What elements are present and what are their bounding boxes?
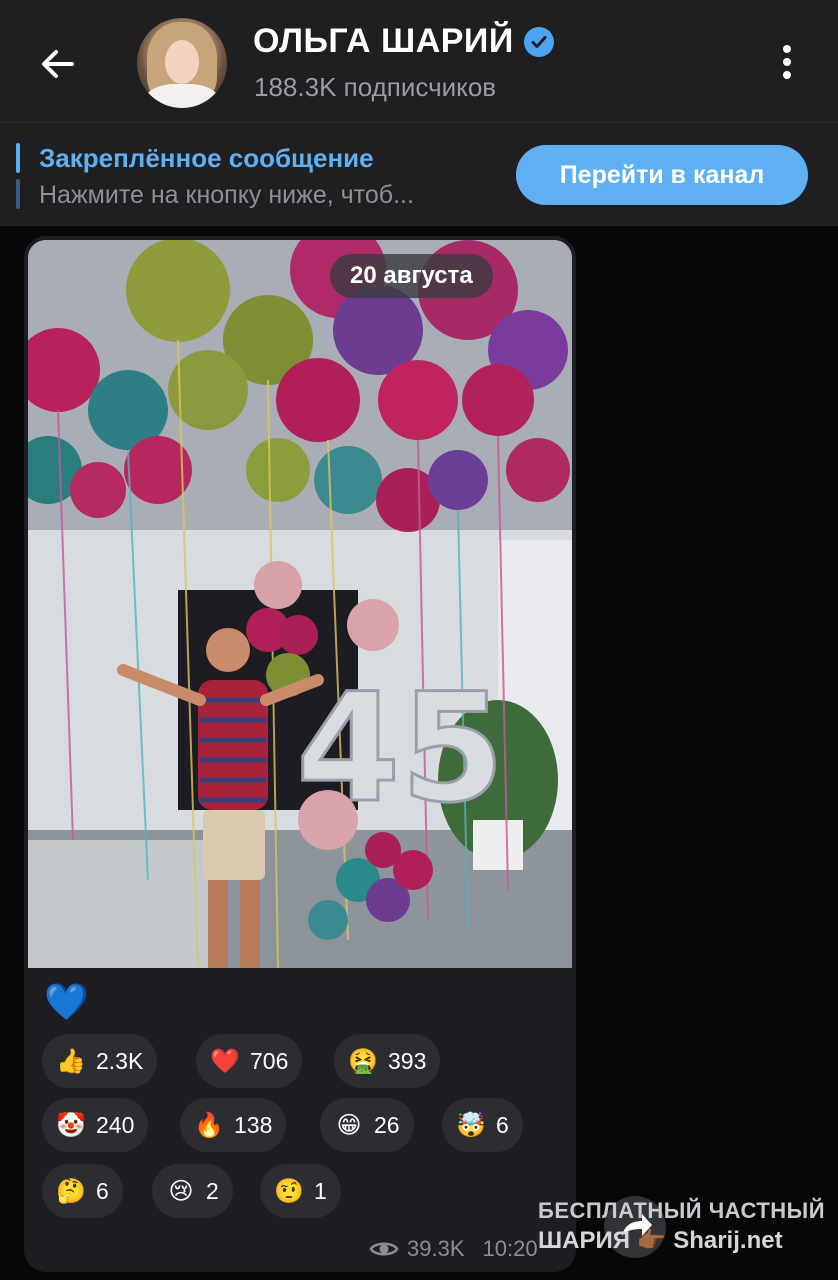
reaction-vomit[interactable]: 🤮 393 [334,1034,441,1088]
reaction-thumbs-up[interactable]: 👍 2.3K [42,1034,158,1088]
message-photo[interactable]: 45 20 августа [28,240,572,968]
date-badge: 20 августа [330,254,493,298]
reaction-count: 6 [96,1177,109,1204]
verified-icon [523,26,554,57]
watermark-line1: БЕСПЛАТНЫЙ ЧАСТНЫЙ [538,1198,826,1223]
reaction-crying[interactable]: 😢 2 [152,1164,233,1218]
blue-heart-icon: 💙 [44,981,89,1022]
raised-eyebrow-icon: 🤨 [274,1177,304,1205]
clown-face-icon: 🤡 [56,1111,86,1139]
fire-icon: 🔥 [194,1111,224,1139]
arrow-left-icon [42,50,74,78]
reaction-count: 240 [96,1111,135,1138]
reaction-exploding-head[interactable]: 🤯 6 [442,1098,523,1152]
pointing-hand-icon: 👉🏾 [636,1227,667,1254]
pinned-title: Закреплённое сообщение [39,143,374,173]
reaction-raised-eyebrow[interactable]: 🤨 1 [260,1164,341,1218]
eye-icon [369,1242,399,1256]
message-bubble[interactable]: 45 20 августа 💙 👍 2.3K ❤️ 706 🤮 393 🤡 24… [24,236,576,1272]
crying-face-icon: 😢 [168,1177,194,1205]
avatar[interactable] [137,18,227,108]
watermark-name: ШАРИЯ [538,1227,630,1254]
exploding-head-icon: 🤯 [456,1111,486,1139]
reaction-count: 1 [314,1177,327,1204]
back-button[interactable] [36,42,80,86]
subscriber-count: 188.3K подписчиков [254,72,497,102]
reaction-grin[interactable]: 😁 26 [320,1098,414,1152]
red-heart-icon: ❤️ [210,1047,240,1075]
thinking-face-icon: 🤔 [56,1177,86,1205]
reaction-fire[interactable]: 🔥 138 [180,1098,287,1152]
reaction-heart[interactable]: ❤️ 706 [196,1034,303,1088]
message-time: 10:20 [482,1236,538,1261]
party-photo-illustration: 45 [28,240,572,968]
chat-header: ОЛЬГА ШАРИЙ 188.3K подписчиков [0,0,838,122]
more-menu-button[interactable] [775,42,799,86]
channel-name: ОЛЬГА ШАРИЙ [253,22,514,60]
pin-indicator [16,143,20,209]
message-meta: 39.3K 10:20 [369,1236,538,1262]
vomit-face-icon: 🤮 [348,1047,378,1075]
watermark-site: Sharij.net [673,1227,783,1254]
reaction-count: 2 [206,1177,219,1204]
reaction-count: 26 [374,1111,400,1138]
go-to-channel-button[interactable]: Перейти в канал [516,145,808,205]
watermark-line2: ШАРИЯ 👉🏾 Sharij.net [538,1226,783,1255]
reaction-clown[interactable]: 🤡 240 [42,1098,149,1152]
view-count: 39.3K [407,1236,465,1261]
reaction-count: 2.3K [96,1047,144,1074]
more-vertical-icon [783,45,791,53]
grinning-face-icon: 😁 [336,1111,362,1139]
thumbs-up-icon: 👍 [56,1047,86,1075]
reaction-thinking[interactable]: 🤔 6 [42,1164,123,1218]
pinned-preview-text: Нажмите на кнопку ниже, чтоб... [39,181,414,209]
channel-title[interactable]: ОЛЬГА ШАРИЙ [253,22,554,61]
pinned-message-bar[interactable]: Закреплённое сообщение Нажмите на кнопку… [0,122,838,226]
reaction-count: 6 [496,1111,509,1138]
chat-area: 45 20 августа 💙 👍 2.3K ❤️ 706 🤮 393 🤡 24… [0,226,838,1280]
reaction-count: 706 [250,1047,289,1074]
reaction-count: 138 [234,1111,273,1138]
reaction-count: 393 [388,1047,427,1074]
